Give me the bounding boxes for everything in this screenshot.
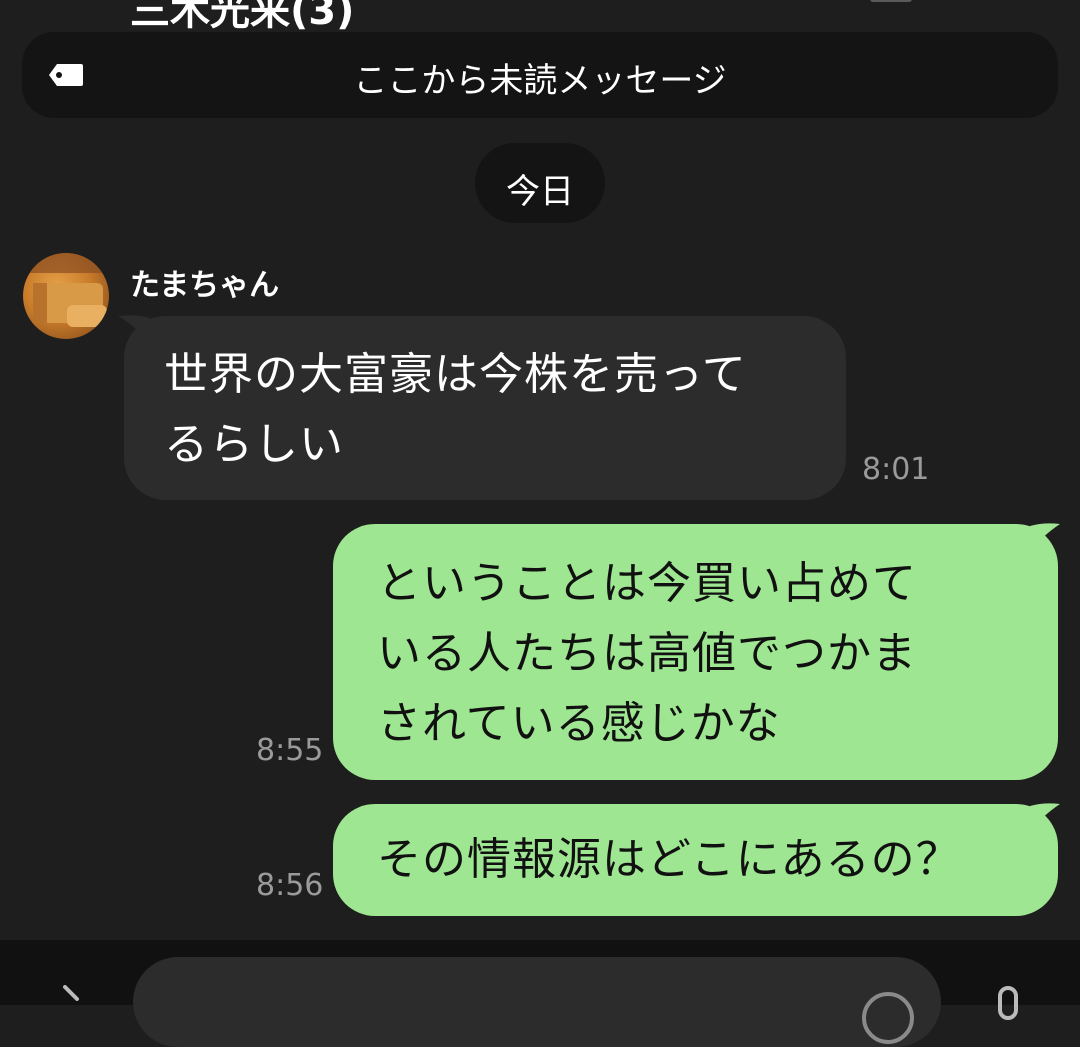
sender-avatar[interactable]: [23, 253, 109, 339]
incoming-message-bubble[interactable]: 世界の大富豪は今株を売って るらしい: [124, 316, 846, 500]
message-timestamp: 8:56: [256, 868, 324, 903]
emoji-icon[interactable]: [860, 990, 916, 1046]
outgoing-message-bubble[interactable]: ということは今買い占めて いる人たちは高値でつかま されている感じかな: [333, 524, 1058, 780]
message-text-line: いる人たちは高値でつかま: [377, 628, 917, 679]
sender-name: たまちゃん: [130, 268, 280, 303]
header-menu-icon[interactable]: [870, 0, 912, 2]
date-separator-label: 今日: [506, 172, 574, 212]
unread-banner-label: ここから未読メッセージ: [353, 61, 727, 101]
chevron-right-icon[interactable]: [55, 985, 85, 1005]
message-timestamp: 8:01: [862, 452, 930, 487]
message-text-line: されている感じかな: [377, 698, 781, 749]
message-timestamp: 8:55: [256, 733, 324, 768]
date-separator: 今日: [475, 143, 605, 223]
message-text-line: その情報源はどこにあるの？: [377, 834, 961, 885]
chat-title: 三木光来(3): [130, 0, 355, 34]
message-text-line: 世界の大富豪は今株を売って: [164, 349, 747, 400]
message-text-line: ということは今買い占めて: [377, 558, 917, 609]
message-input[interactable]: [133, 957, 941, 1047]
unread-messages-banner: ここから未読メッセージ: [22, 32, 1058, 118]
mic-icon[interactable]: [988, 986, 1028, 1026]
message-text-line: るらしい: [164, 419, 344, 470]
outgoing-message-bubble[interactable]: その情報源はどこにあるの？: [333, 804, 1058, 916]
